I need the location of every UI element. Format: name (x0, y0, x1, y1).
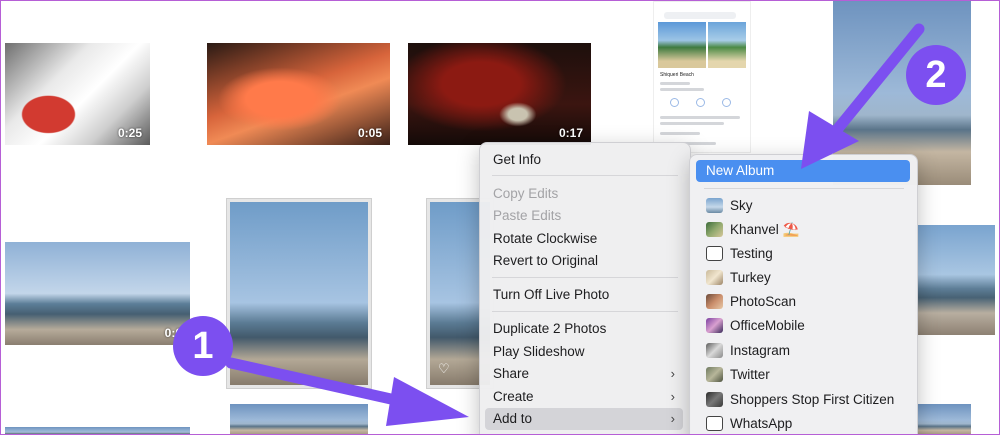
photo-thumbnail[interactable] (915, 225, 995, 335)
menu-item-copy-edits: Copy Edits (493, 186, 559, 201)
album-label: Shoppers Stop First Citizen (730, 392, 895, 407)
album-item-instagram[interactable]: Instagram (696, 340, 910, 362)
menu-separator (492, 311, 678, 312)
text-line (660, 88, 704, 91)
khanvel-thumbnail-icon (706, 222, 723, 237)
menu-item-label: Share (493, 366, 530, 381)
album-item-officemobile[interactable]: OfficeMobile (696, 315, 910, 337)
save-icon (696, 98, 705, 107)
menu-separator (492, 175, 678, 176)
turkey-thumbnail-icon (706, 270, 723, 285)
menu-item-duplicate[interactable]: Duplicate 2 Photos (485, 318, 683, 340)
photos-window: 0:25 0:05 0:17 Shiqueri Beach 0:0 ♡ Get … (0, 0, 1000, 435)
shoppers-thumbnail-icon (706, 392, 723, 407)
menu-item-label: Create (493, 389, 534, 404)
chevron-right-icon: › (670, 389, 675, 404)
heart-icon[interactable]: ♡ (438, 361, 450, 377)
album-item-khanvel[interactable]: Khanvel ⛱️ (696, 219, 910, 241)
album-item-turkey[interactable]: Turkey (696, 267, 910, 289)
share-icon (722, 98, 731, 107)
step-2-badge: 2 (906, 45, 966, 105)
chevron-right-icon: › (670, 366, 675, 381)
video-duration: 0:25 (117, 126, 142, 140)
place-title: Shiqueri Beach (660, 72, 694, 78)
album-item-shoppers-stop[interactable]: Shoppers Stop First Citizen (696, 389, 910, 411)
album-item-sky[interactable]: Sky (696, 195, 910, 217)
album-label: Turkey (730, 270, 771, 285)
menu-item-label: Add to (493, 411, 533, 426)
video-duration: 0:17 (558, 126, 583, 140)
video-duration: 0:05 (357, 126, 382, 140)
album-label: Twitter (730, 367, 770, 382)
officemobile-thumbnail-icon (706, 318, 723, 333)
album-label: Instagram (730, 343, 791, 358)
text-line (660, 122, 724, 125)
photo-thumbnail[interactable] (230, 404, 368, 434)
photo-thumbnail[interactable]: 0:17 (408, 43, 591, 145)
photo-thumbnail[interactable]: 0:0 (5, 242, 190, 345)
album-item-photoscan[interactable]: PhotoScan (696, 291, 910, 313)
text-line (660, 82, 690, 85)
menu-item-rotate-clockwise[interactable]: Rotate Clockwise (485, 228, 683, 250)
photoscan-thumbnail-icon (706, 294, 723, 309)
screenshot-thumbnail[interactable]: Shiqueri Beach (653, 1, 751, 153)
menu-item-get-info[interactable]: Get Info (485, 149, 683, 171)
album-stack-icon (706, 246, 723, 261)
add-to-submenu: New Album Sky Khanvel ⛱️ Testing Turkey … (689, 154, 918, 434)
album-label: Sky (730, 198, 753, 213)
photo-thumbnail[interactable] (5, 427, 190, 434)
album-item-twitter[interactable]: Twitter (696, 364, 910, 386)
twitter-thumbnail-icon (706, 367, 723, 382)
text-line (660, 132, 700, 135)
beach-image (708, 22, 746, 68)
menu-item-add-to[interactable]: Add to › (485, 408, 683, 430)
photo-thumbnail[interactable]: 0:25 (5, 43, 150, 145)
text-line (660, 116, 740, 119)
beach-image (658, 22, 706, 68)
menu-item-revert-to-original[interactable]: Revert to Original (485, 250, 683, 272)
step-1-badge: 1 (173, 316, 233, 376)
photo-thumbnail[interactable] (915, 404, 971, 434)
selected-photo-thumbnail[interactable] (227, 199, 371, 388)
chevron-right-icon: › (670, 411, 675, 426)
directions-icon (670, 98, 679, 107)
album-label: WhatsApp (730, 416, 793, 431)
photo-thumbnail[interactable]: 0:05 (207, 43, 390, 145)
menu-item-create[interactable]: Create › (485, 386, 683, 408)
album-item-testing[interactable]: Testing (696, 243, 910, 265)
menu-item-share[interactable]: Share › (485, 363, 683, 385)
album-label: OfficeMobile (730, 318, 805, 333)
album-label: PhotoScan (730, 294, 797, 309)
menu-item-turn-off-live-photo[interactable]: Turn Off Live Photo (485, 284, 683, 306)
menu-item-paste-edits: Paste Edits (493, 208, 562, 223)
album-item-whatsapp[interactable]: WhatsApp (696, 413, 910, 434)
menu-item-play-slideshow[interactable]: Play Slideshow (485, 341, 683, 363)
sky-thumbnail-icon (706, 198, 723, 213)
context-menu: Get Info Copy Edits Paste Edits Rotate C… (479, 142, 691, 434)
album-stack-icon (706, 416, 723, 431)
album-label: Khanvel ⛱️ (730, 222, 800, 237)
instagram-thumbnail-icon (706, 343, 723, 358)
menu-separator (492, 277, 678, 278)
menu-item-new-album[interactable]: New Album (696, 160, 910, 182)
album-label: Testing (730, 246, 773, 261)
url-bar (664, 12, 736, 19)
menu-separator (704, 188, 904, 189)
